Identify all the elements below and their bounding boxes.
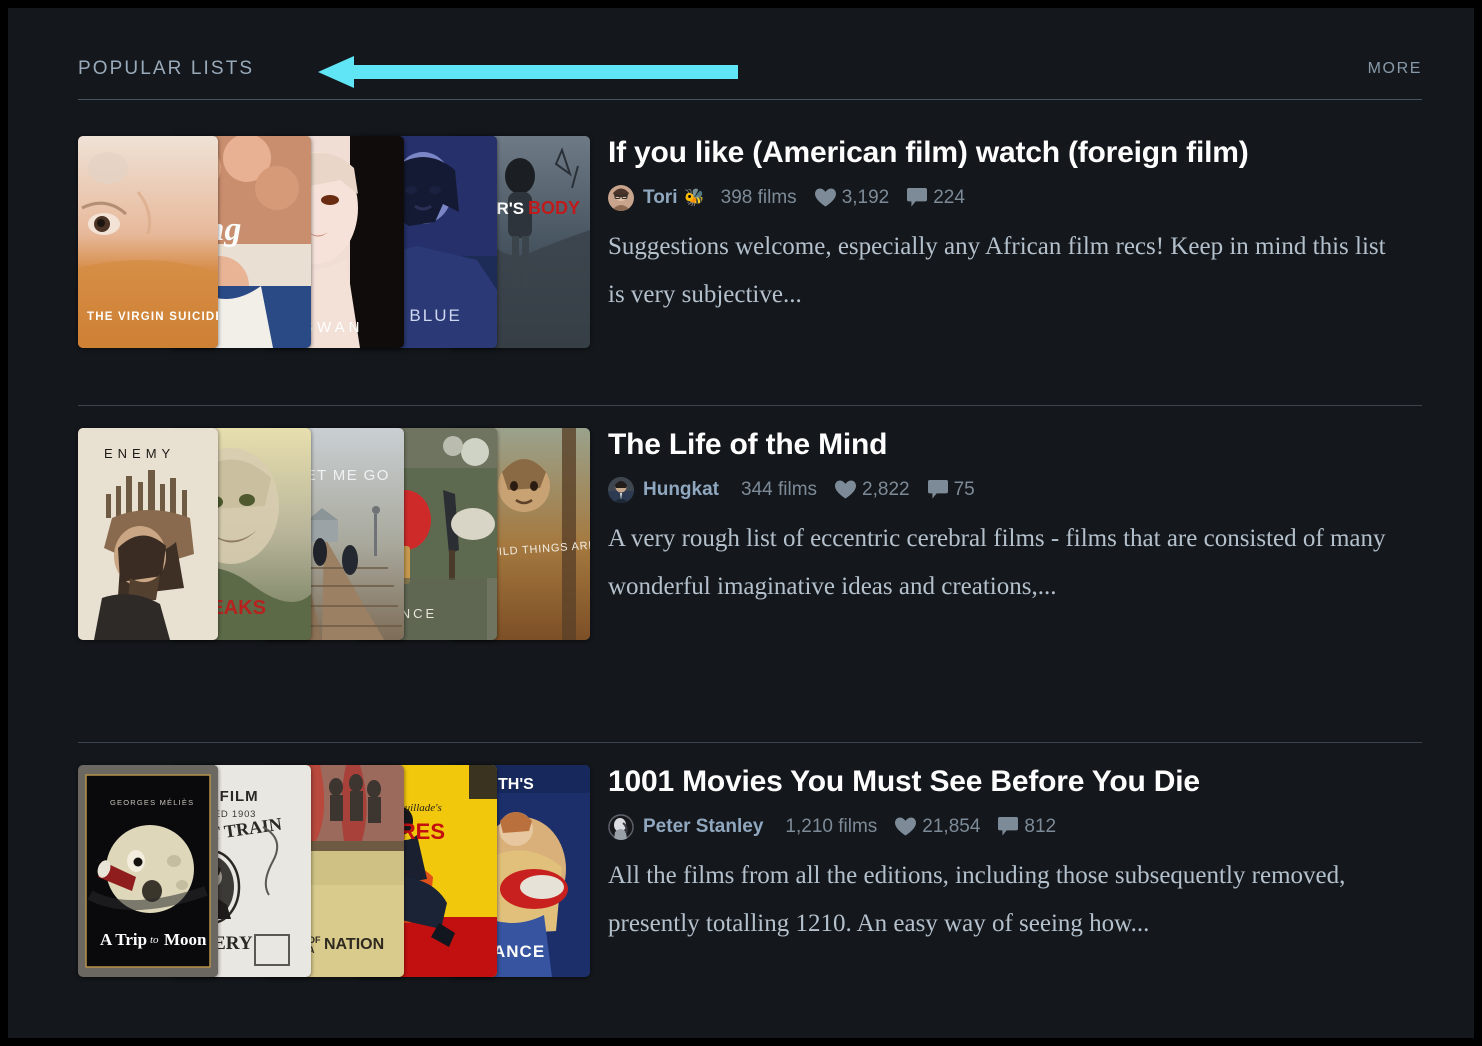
heart-icon <box>895 817 917 836</box>
comment-icon <box>927 480 948 499</box>
poster-thumbnail[interactable]: ENEMY <box>78 428 218 640</box>
section-header: POPULAR LISTS MORE <box>78 56 1422 100</box>
list-meta: 1001 Movies You Must See Before You Die … <box>608 765 1422 948</box>
list-stats: Peter Stanley 1,210 films 21,854 812 <box>608 813 1422 840</box>
list-author[interactable]: Hungkat <box>643 479 719 501</box>
author-badge-icon: 🐝 <box>683 188 705 207</box>
comment-stat: 224 <box>907 187 965 209</box>
like-stat: 3,192 <box>814 186 890 209</box>
row-divider <box>78 405 1422 406</box>
svg-text:NATION: NATION <box>324 936 384 953</box>
like-stat: 21,854 <box>895 816 980 838</box>
list-title[interactable]: The Life of the Mind <box>608 428 1422 463</box>
comment-icon <box>907 188 928 207</box>
list-stats: Hungkat 344 films 2,822 75 <box>608 476 1422 503</box>
list-title[interactable]: 1001 Movies You Must See Before You Die <box>608 765 1422 800</box>
svg-text:to: to <box>150 934 159 946</box>
comment-count: 812 <box>1024 815 1057 837</box>
svg-text:Moon: Moon <box>164 930 207 949</box>
svg-text:A Trip: A Trip <box>100 930 147 949</box>
like-stat: 2,822 <box>835 479 910 501</box>
list-meta: If you like (American film) watch (forei… <box>608 136 1422 319</box>
avatar[interactable] <box>608 184 634 211</box>
avatar[interactable] <box>608 813 634 840</box>
list-description: A very rough list of eccentric cerebral … <box>608 524 1386 600</box>
comment-count: 224 <box>933 186 965 208</box>
svg-text:ENEMY: ENEMY <box>104 446 175 461</box>
list-title[interactable]: If you like (American film) watch (forei… <box>608 136 1422 171</box>
svg-text:GEORGES MÉLIÈS: GEORGES MÉLIÈS <box>110 798 194 807</box>
film-count: 344 films <box>741 478 818 500</box>
comment-stat: 75 <box>927 478 975 501</box>
row-divider <box>78 742 1422 743</box>
comment-icon <box>998 817 1019 836</box>
poster-fan: WILD THINGS ARE ERENCE <box>78 428 590 650</box>
heart-icon <box>814 188 836 207</box>
poster-fan: RIFFITH'S LERANCE Feuillade's PIRES <box>78 765 590 987</box>
more-link[interactable]: MORE <box>1368 60 1422 78</box>
list-author[interactable]: Peter Stanley <box>643 816 763 838</box>
poster-thumbnail[interactable]: THE VIRGIN SUICIDES <box>78 136 218 348</box>
like-count: 2,822 <box>862 478 910 500</box>
svg-text:THE VIRGIN SUICIDES: THE VIRGIN SUICIDES <box>87 311 218 323</box>
popular-lists-page: POPULAR LISTS MORE IFER'S BODY ECT BLUE … <box>8 8 1474 1038</box>
avatar[interactable] <box>608 476 634 503</box>
list-meta: The Life of the Mind Hungkat 344 films 2… <box>608 428 1422 611</box>
list-description: All the films from all the editions, inc… <box>608 861 1346 937</box>
film-count: 398 films <box>720 186 797 208</box>
list-description: Suggestions welcome, especially any Afri… <box>608 232 1386 308</box>
comment-stat: 812 <box>998 816 1056 838</box>
comment-count: 75 <box>953 478 975 500</box>
list-stats: Tori 🐝 398 films 3,192 224 <box>608 184 1422 211</box>
like-count: 3,192 <box>841 186 890 208</box>
film-count: 1,210 films <box>785 815 878 837</box>
poster-thumbnail[interactable]: GEORGES MÉLIÈS A Trip to Moon <box>78 765 218 977</box>
poster-fan: IFER'S BODY ECT BLUE CK SWAN THE VIRGIN … <box>78 136 590 358</box>
heart-icon <box>835 480 857 499</box>
list-author[interactable]: Tori <box>643 187 677 209</box>
page-title: POPULAR LISTS <box>78 58 255 79</box>
svg-text:BODY: BODY <box>528 198 580 218</box>
like-count: 21,854 <box>922 815 981 837</box>
